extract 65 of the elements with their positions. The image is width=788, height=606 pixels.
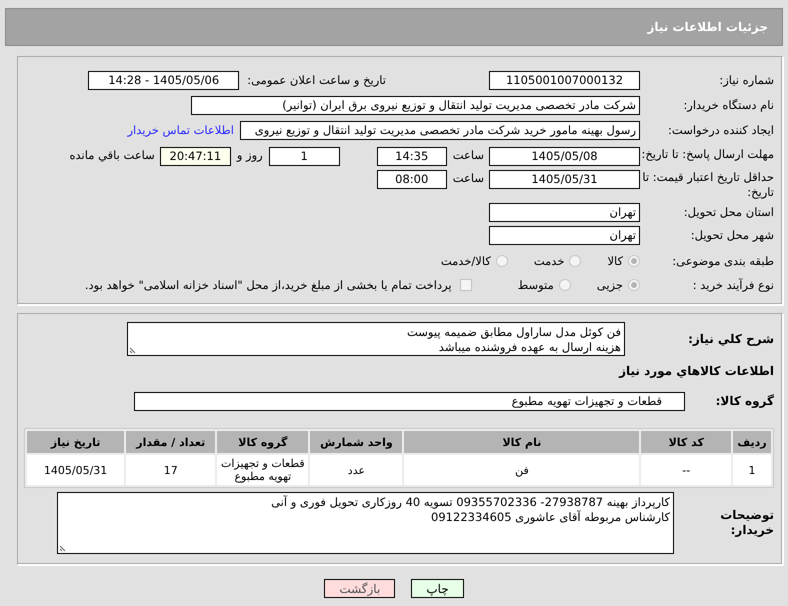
column-header: ردیف [733,431,771,453]
page-header: جزئیات اطلاعات نیاز [5,8,783,46]
table-cell: -- [641,455,732,485]
radio-button[interactable] [558,279,571,291]
column-header: تاریخ نیاز [27,431,124,453]
radio-button[interactable] [628,279,640,291]
text-field[interactable]: قطعات و تجهیزات تهویه مطبوع [134,392,685,410]
contact-link[interactable]: اطلاعات تماس خریدار [127,123,234,137]
text-field[interactable]: 1105001007000132 [489,70,640,90]
radio-button[interactable] [628,255,640,267]
label-text: ساعت [452,171,484,185]
resize-grip-icon[interactable] [59,544,67,552]
radio-label: کالا/خدمت [440,254,491,268]
field-label: استان محل تحویل: [684,204,774,220]
table-cell: فن [404,455,640,485]
column-header: واحد شمارش [310,431,402,453]
field-label: نام دستگاه خریدار: [683,98,774,112]
column-header: گروه کالا [217,431,308,453]
radio-label: جزیی [596,278,623,292]
text-field[interactable]: 1405/05/06 - 14:28 [88,70,240,90]
checkbox-label: پرداخت تمام یا بخشی از مبلغ خرید،از محل "اسناد خزانه اسلامی" خواهد بود. [84,278,452,292]
field-label: شرح کلي نياز: [688,332,774,346]
table-cell: 17 [126,455,216,485]
field-label: ایجاد کننده درخواست: [668,122,774,138]
field-label: مهلت ارسال پاسخ: تا تاریخ: [641,147,774,162]
table-cell: عدد [310,455,402,485]
radio-label: متوسط [518,278,554,292]
field-label: حداقل تاریخ اعتبار قیمت: تا تاریخ: [641,170,774,200]
label-text: ساعت [452,148,484,162]
back-button[interactable]: بازگشت [324,579,396,598]
radio-label: خدمت [534,254,564,268]
text-field[interactable]: تهران [489,202,640,222]
column-header: کد کالا [641,431,732,453]
field-label: توضیحات خریدار: [719,508,774,538]
field-label: گروه کالا: [716,394,774,408]
text-field[interactable]: رسول بهینه مامور خرید شرکت مادر تخصصی مدیریت تولید انتقال و توزیع نیروی [240,120,640,140]
text-field[interactable]: 08:00 [376,170,447,189]
text-field[interactable]: 14:35 [376,147,447,166]
field-label: نوع فرآیند خرید : [692,278,774,292]
text-area[interactable]: کارپرداز بهینه 27938787- 09355702336 تسویه 40 روزکاری تحویل فوری و آنی کارشناس مربوطه آقای عاشوری 09122334605 [57,492,674,554]
radio-label: کالا [607,254,623,268]
column-header: تعداد / مقدار [126,431,216,453]
label-text: ساعت باقي مانده [70,148,155,162]
field-label: شماره نیاز: [719,72,774,88]
checkbox[interactable] [460,279,472,291]
print-button[interactable]: چاپ [411,579,464,598]
text-field[interactable]: 1 [268,147,340,166]
radio-button[interactable] [496,255,508,267]
radio-button[interactable] [569,255,582,267]
column-header: نام کالا [404,431,640,453]
text-field[interactable]: تهران [489,226,640,244]
table-cell: قطعات و تجهیزات تهویه مطبوع [217,455,308,485]
field-label: شهر محل تحویل: [690,228,774,242]
field-label: اطلاعات کالاهاي مورد نياز [619,364,774,378]
text-field[interactable]: 20:47:11 [160,147,231,166]
field-label: تاریخ و ساعت اعلان عمومی: [247,72,386,88]
text-field[interactable]: 1405/05/08 [489,147,640,166]
resize-grip-icon[interactable] [129,346,137,354]
label-text: روز و [236,148,263,162]
table-cell: 1405/05/31 [27,455,124,485]
text-area[interactable]: فن کوئل مدل ساراول مطابق ضمیمه پیوست هزینه ارسال به عهده فروشنده میباشد [127,322,625,356]
text-field[interactable]: 1405/05/31 [489,170,640,189]
field-label: طبقه بندی موضوعی: [672,254,774,268]
text-field[interactable]: شرکت مادر تخصصی مدیریت تولید انتقال و توزیع نیروی برق ایران (توانیر) [191,96,640,114]
table-cell: 1 [733,455,771,485]
